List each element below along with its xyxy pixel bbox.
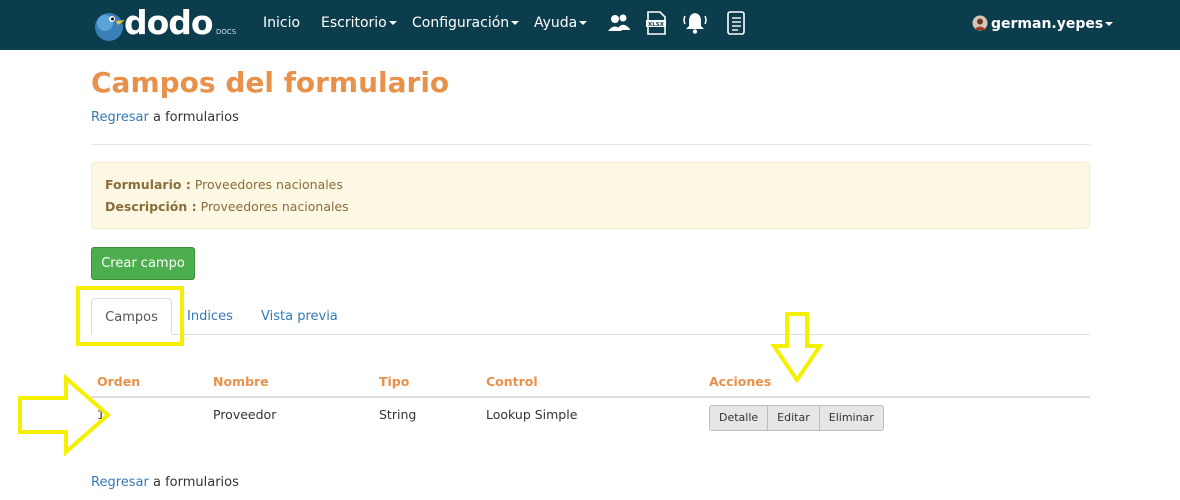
form-description-value: Proveedores nacionales [200,199,349,214]
nav-ayuda-label: Ayuda [534,15,578,31]
svg-text:XLSX: XLSX [648,22,665,28]
brand-logo[interactable]: dodo DOCS [92,3,242,44]
nav-inicio-label: Inicio [263,15,301,31]
back-link-suffix: a formularios [152,110,239,125]
caret-down-icon [1105,22,1114,26]
user-menu[interactable]: german.yepes [972,15,1114,32]
user-name: german.yepes [991,16,1104,32]
caret-down-icon [511,21,520,25]
column-header-tipo: Tipo [379,374,410,389]
back-link-suffix-bottom: a formularios [152,475,239,490]
tab-vista-previa[interactable]: Vista previa [261,298,338,335]
header-divider [91,144,1090,145]
form-info-panel: Formulario : Proveedores nacionales Desc… [91,162,1090,229]
nav-inicio[interactable]: Inicio [263,15,300,31]
nav-ayuda[interactable]: Ayuda [534,15,588,31]
column-header-control: Control [486,374,538,389]
caret-down-icon [388,21,397,25]
page-title: Campos del formulario [91,66,450,99]
form-name-line: Formulario : Proveedores nacionales [105,177,343,192]
users-icon[interactable] [606,10,632,36]
create-field-button[interactable]: Crear campo [91,247,195,280]
delete-button[interactable]: Eliminar [818,405,884,431]
tabs-baseline [91,334,1090,335]
tab-indices[interactable]: Indices [187,298,233,335]
cell-tipo: String [379,407,417,422]
back-to-forms-link-bottom[interactable]: Regresar [91,475,149,490]
edit-button[interactable]: Editar [767,405,820,431]
right-arrow-annotation-icon [18,373,112,457]
cell-nombre: Proveedor [213,407,277,422]
top-navbar: dodo DOCS Inicio Escritorio Configuració… [0,0,1180,50]
nav-configuracion[interactable]: Configuración [412,15,520,31]
nav-escritorio[interactable]: Escritorio [321,15,397,31]
bell-icon[interactable] [682,10,708,36]
highlight-annotation-box [76,286,184,346]
document-list-icon[interactable] [723,10,749,36]
column-header-nombre: Nombre [213,374,269,389]
user-avatar-icon [972,15,988,31]
back-to-forms-link[interactable]: Regresar [91,110,149,125]
logo-subtext: DOCS [216,28,237,36]
detail-button[interactable]: Detalle [709,405,769,431]
back-link-bottom: Regresar a formularios [91,475,239,490]
table-header-divider [91,396,1090,398]
form-description-label: Descripción : [105,199,197,214]
xlsx-file-icon[interactable]: XLSX [643,10,669,36]
back-link-top: Regresar a formularios [91,110,239,125]
form-name-label: Formulario : [105,177,191,192]
nav-escritorio-label: Escritorio [321,15,387,31]
down-arrow-annotation-icon [770,312,824,384]
row-action-buttons: Detalle Editar Eliminar [709,405,884,431]
nav-configuracion-label: Configuración [412,15,510,31]
column-header-acciones: Acciones [709,374,772,389]
caret-down-icon [579,21,588,25]
dodo-bird-icon [95,13,125,41]
form-description-line: Descripción : Proveedores nacionales [105,199,349,214]
logo-text: dodo [124,3,214,42]
cell-control: Lookup Simple [486,407,578,422]
form-name-value: Proveedores nacionales [194,177,343,192]
